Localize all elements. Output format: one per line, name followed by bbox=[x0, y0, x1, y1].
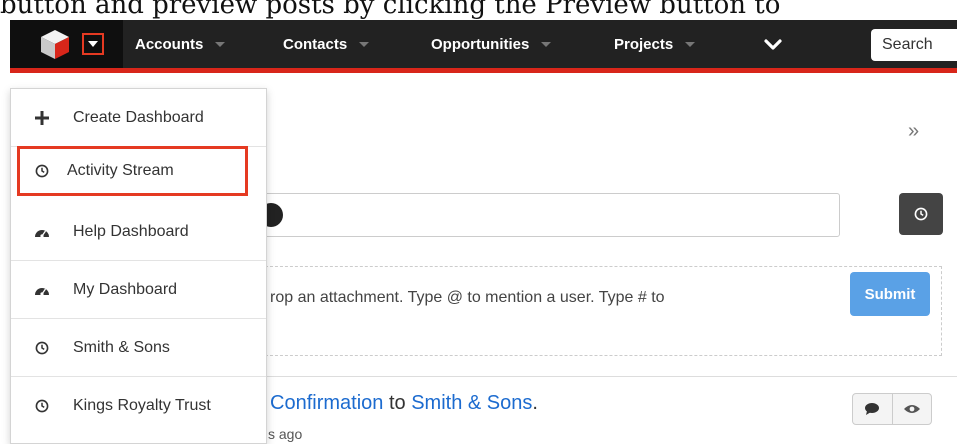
nav-tab-label: Projects bbox=[614, 35, 674, 53]
cube-logo-icon[interactable] bbox=[38, 27, 72, 61]
activity-stream-toggle-button[interactable] bbox=[899, 193, 943, 235]
activity-entry-period: . bbox=[532, 392, 538, 414]
clock-icon bbox=[11, 399, 73, 413]
clock-icon bbox=[17, 164, 67, 178]
menu-item-label: Create Dashboard bbox=[73, 108, 204, 126]
menu-item-smith-sons[interactable]: Smith & Sons bbox=[11, 319, 266, 377]
nav-tab-label: Accounts bbox=[135, 35, 204, 53]
collapse-sidebar-icon[interactable]: » bbox=[908, 120, 919, 143]
post-input-area[interactable] bbox=[240, 266, 942, 356]
activity-parent-link[interactable]: Smith & Sons bbox=[411, 392, 532, 414]
logo-area bbox=[10, 20, 123, 68]
menu-item-my-dashboard[interactable]: My Dashboard bbox=[11, 261, 266, 319]
nav-tab-accounts[interactable]: Accounts bbox=[135, 20, 226, 68]
post-placeholder: rop an attachment. Type @ to mention a u… bbox=[270, 289, 665, 306]
menu-item-label: My Dashboard bbox=[73, 280, 178, 298]
global-search-input[interactable]: Search bbox=[871, 29, 957, 61]
submit-button[interactable]: Submit bbox=[850, 272, 930, 316]
clock-icon bbox=[11, 341, 73, 355]
menu-item-help-dashboard[interactable]: Help Dashboard bbox=[11, 203, 266, 261]
menu-item-label: Kings Royalty Trust bbox=[73, 397, 211, 414]
activity-action-group bbox=[852, 393, 932, 425]
dashboard-dropdown-menu: Create Dashboard Activity Stream Help Da… bbox=[10, 88, 267, 444]
nav-accent-bar bbox=[10, 68, 957, 73]
chevron-down-icon[interactable] bbox=[685, 41, 696, 47]
menu-item-kings-royalty-trust[interactable]: Kings Royalty Trust bbox=[11, 377, 266, 435]
chevron-down-icon[interactable] bbox=[541, 41, 552, 47]
stream-filter-input[interactable] bbox=[240, 193, 840, 237]
activity-entry-text: Confirmation to Smith & Sons. bbox=[270, 392, 538, 415]
top-nav-bar: Accounts Contacts Opportunities Projects… bbox=[10, 20, 957, 68]
menu-item-label: Activity Stream bbox=[67, 161, 174, 179]
menu-item-label: Help Dashboard bbox=[73, 222, 189, 240]
nav-tab-projects[interactable]: Projects bbox=[614, 20, 696, 68]
menu-item-create-dashboard[interactable]: Create Dashboard bbox=[11, 89, 266, 147]
chevron-down-icon[interactable] bbox=[359, 41, 370, 47]
nav-tab-opportunities[interactable]: Opportunities bbox=[431, 20, 552, 68]
activity-entry-connector: to bbox=[383, 392, 412, 414]
dashboard-gauge-icon bbox=[11, 283, 73, 297]
clock-icon bbox=[914, 207, 928, 221]
instruction-caption: button and preview posts by clicking the… bbox=[0, 0, 781, 20]
comment-icon bbox=[865, 403, 880, 415]
activity-timestamp: s ago bbox=[268, 426, 303, 442]
nav-tab-contacts[interactable]: Contacts bbox=[283, 20, 370, 68]
dashboard-gauge-icon bbox=[11, 225, 73, 239]
activity-record-link[interactable]: Confirmation bbox=[270, 392, 383, 414]
caret-down-icon bbox=[88, 41, 98, 47]
nav-tab-label: Contacts bbox=[283, 35, 348, 53]
dashboard-menu-toggle-button[interactable] bbox=[82, 33, 104, 55]
plus-icon bbox=[11, 110, 73, 125]
divider bbox=[260, 376, 957, 377]
chevron-down-icon[interactable] bbox=[215, 41, 226, 47]
eye-icon bbox=[903, 405, 920, 413]
menu-item-label: Smith & Sons bbox=[73, 338, 170, 356]
preview-button[interactable] bbox=[893, 394, 932, 424]
menu-item-activity-stream[interactable]: Activity Stream bbox=[17, 146, 248, 196]
more-modules-chevron-icon[interactable] bbox=[763, 34, 783, 54]
nav-tab-label: Opportunities bbox=[431, 35, 530, 53]
comment-button[interactable] bbox=[853, 394, 893, 424]
